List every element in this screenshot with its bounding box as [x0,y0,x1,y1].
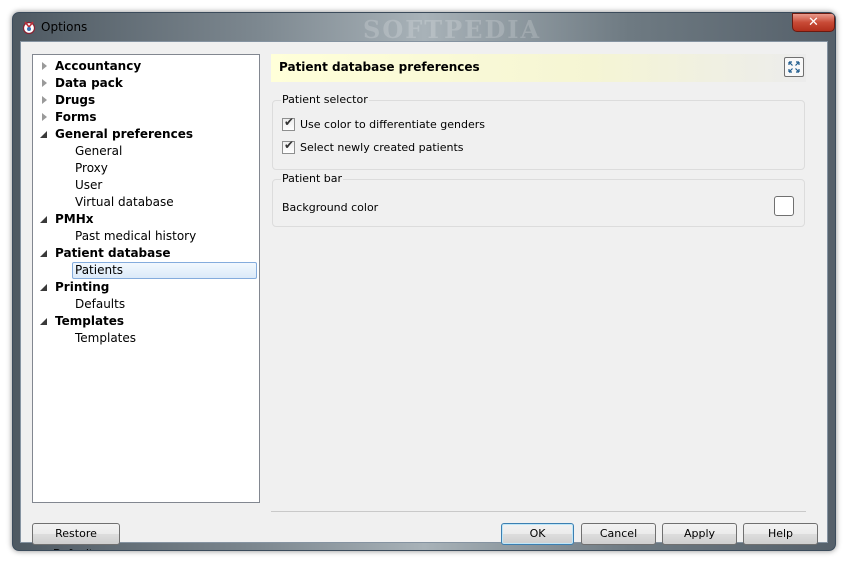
watermark: SOFTPEDIA [363,15,542,44]
tree-item[interactable]: User [33,177,259,194]
tree-item[interactable]: Virtual database [33,194,259,211]
tree-item-label: Patient database [55,246,171,260]
collapsed-arrow-icon[interactable] [42,96,47,104]
expanded-arrow-icon[interactable] [40,318,47,325]
tree-item-label: Drugs [55,93,96,107]
tree-category[interactable]: General preferences [33,126,259,143]
expanded-arrow-icon[interactable] [40,284,47,291]
tree-item-label: User [75,178,103,192]
expanded-arrow-icon[interactable] [40,131,47,138]
tree-category[interactable]: Drugs [33,92,259,109]
panel-header: Patient database preferences [271,54,806,82]
select-new-checkbox[interactable]: ✔ [282,138,295,154]
tree-item-label: Defaults [75,297,126,311]
expand-button[interactable] [784,57,804,77]
options-window: Options SOFTPEDIA ✕ Accountancy Data pack… [12,12,836,551]
use-color-label: Use color to differentiate genders [300,118,485,131]
background-color-label: Background color [282,201,379,214]
tree-item[interactable]: General [33,143,259,160]
tree-item-label: Accountancy [55,59,142,73]
tree-item-label: Printing [55,280,110,294]
collapsed-arrow-icon[interactable] [42,62,47,70]
cancel-button[interactable]: Cancel [581,523,656,545]
use-color-checkbox[interactable]: ✔ [282,115,295,131]
options-tree[interactable]: Accountancy Data pack Drugs Forms General pr… [32,54,260,503]
select-new-label: Select newly created patients [300,141,464,154]
tree-item[interactable]: Templates [33,330,259,347]
tree-item[interactable]: Defaults [33,296,259,313]
tree-item[interactable]: Past medical history [33,228,259,245]
tree-item-label: Proxy [75,161,108,175]
tree-item-label: Past medical history [75,229,197,243]
tree-category[interactable]: Accountancy [33,58,259,75]
tree-category[interactable]: Data pack [33,75,259,92]
tree-item[interactable]: Patients [33,262,259,279]
tree-item-label: Virtual database [75,195,174,209]
tree-item-label: General preferences [55,127,193,141]
tree-item[interactable]: Proxy [33,160,259,177]
tree-item-label: General [75,144,123,158]
panel-title: Patient database preferences [279,60,480,74]
tree-category[interactable]: Printing [33,279,259,296]
tree-category[interactable]: Templates [33,313,259,330]
check-icon: ✔ [284,138,295,152]
patient-selector-title: Patient selector [281,93,369,106]
tree-category[interactable]: Patient database [33,245,259,262]
help-button[interactable]: Help [743,523,818,545]
expand-icon [788,61,800,73]
expanded-arrow-icon[interactable] [40,216,47,223]
ok-button[interactable]: OK [501,523,574,545]
tree-item-label: Patients [75,263,124,277]
tree-item-label: Templates [75,331,137,345]
close-icon: ✕ [808,15,819,30]
collapsed-arrow-icon[interactable] [42,79,47,87]
window-title: Options [41,20,88,34]
background-color-swatch[interactable] [774,196,794,216]
app-icon [22,21,36,35]
patient-bar-group: Patient bar Background color [272,172,805,227]
tree-item-label: Data pack [55,76,123,90]
tree-item-label: Forms [55,110,97,124]
collapsed-arrow-icon[interactable] [42,113,47,121]
tree-category[interactable]: Forms [33,109,259,126]
patient-selector-group: Patient selector ✔ Use color to differen… [272,93,805,170]
apply-button[interactable]: Apply [662,523,737,545]
client-area: Accountancy Data pack Drugs Forms General pr… [20,41,828,550]
tree-item-label: Templates [55,314,125,328]
patient-bar-title: Patient bar [281,172,344,185]
restore-defaults-button[interactable]: Restore Defaults [32,523,120,550]
close-button[interactable]: ✕ [792,13,835,32]
expanded-arrow-icon[interactable] [40,250,47,257]
check-icon: ✔ [284,115,295,129]
title-bar[interactable]: Options SOFTPEDIA ✕ [13,13,835,44]
tree-item-label: PMHx [55,212,94,226]
tree-category[interactable]: PMHx [33,211,259,228]
separator [271,511,806,512]
